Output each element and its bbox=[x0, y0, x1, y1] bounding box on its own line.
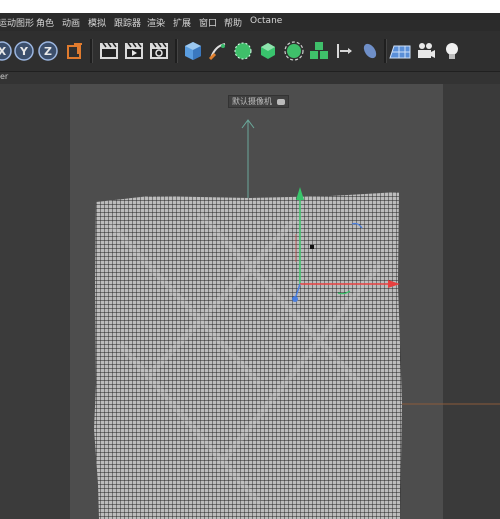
viewport-scene bbox=[94, 119, 500, 519]
coordinate-system-icon bbox=[67, 43, 82, 59]
menu-render[interactable]: 渲染 bbox=[147, 16, 165, 29]
menu-bar: 运动图形 角色 动画 模拟 跟踪器 渲染 扩展 窗口 帮助 Octane bbox=[0, 13, 500, 31]
coordinate-system-button[interactable] bbox=[64, 40, 86, 62]
menu-tracker[interactable]: 跟踪器 bbox=[114, 16, 141, 29]
floor-button[interactable] bbox=[388, 40, 412, 62]
toolbar-separator bbox=[384, 39, 387, 63]
menu-help[interactable]: 帮助 bbox=[224, 16, 242, 29]
camera-icon bbox=[418, 43, 435, 58]
menu-window[interactable]: 窗口 bbox=[199, 16, 217, 29]
lock-axis-z-icon: Z bbox=[38, 41, 58, 61]
object-pivot bbox=[310, 245, 314, 249]
array-icon bbox=[310, 42, 328, 59]
menu-extensions[interactable]: 扩展 bbox=[173, 16, 191, 29]
subdivision-icon bbox=[234, 42, 252, 60]
environment-icon bbox=[363, 43, 377, 59]
generator-button[interactable] bbox=[257, 40, 279, 62]
menu-mograph[interactable]: 运动图形 bbox=[0, 16, 34, 29]
camera-button[interactable] bbox=[415, 40, 437, 62]
main-toolbar: X Y Z bbox=[0, 31, 500, 72]
spline-icon bbox=[337, 44, 352, 58]
cloth-mesh[interactable] bbox=[94, 192, 402, 519]
axis-x-letter: X bbox=[0, 45, 7, 58]
menu-simulate[interactable]: 模拟 bbox=[88, 16, 106, 29]
light-icon bbox=[446, 43, 458, 59]
axis-z-handle[interactable] bbox=[292, 296, 298, 302]
cube-icon bbox=[185, 42, 201, 60]
axis-y-handle[interactable] bbox=[296, 187, 304, 200]
array-button[interactable] bbox=[308, 40, 330, 62]
toolbar-separator bbox=[175, 39, 178, 63]
environment-button[interactable] bbox=[359, 40, 381, 62]
generator-icon bbox=[261, 43, 275, 59]
lock-axis-y-icon: Y bbox=[14, 41, 34, 61]
floor-icon bbox=[389, 45, 411, 59]
light-button[interactable] bbox=[441, 40, 463, 62]
cube-button[interactable] bbox=[182, 40, 204, 62]
perspective-viewport[interactable]: 默认摄像机 bbox=[0, 84, 500, 519]
menu-character[interactable]: 角色 bbox=[36, 16, 54, 29]
axis-y-letter: Y bbox=[19, 45, 29, 58]
lock-axis-y-button[interactable]: Y bbox=[13, 40, 35, 62]
deformer-button[interactable] bbox=[283, 40, 305, 62]
panel-header-label: er bbox=[0, 72, 9, 81]
menu-octane[interactable]: Octane bbox=[250, 16, 282, 26]
menu-animation[interactable]: 动画 bbox=[62, 16, 80, 29]
pen-button[interactable] bbox=[207, 40, 229, 62]
lock-axis-x-button[interactable]: X bbox=[0, 40, 13, 62]
deformer-icon bbox=[284, 41, 304, 61]
render-settings-button[interactable] bbox=[148, 40, 170, 62]
world-y-axis bbox=[241, 119, 255, 204]
render-view-button[interactable] bbox=[98, 40, 120, 62]
render-settings-icon bbox=[150, 42, 168, 59]
axis-z-letter: Z bbox=[44, 45, 52, 58]
subdivision-button[interactable] bbox=[232, 40, 254, 62]
render-to-picture-viewer-icon bbox=[125, 42, 143, 59]
lock-axis-x-icon: X bbox=[0, 41, 12, 61]
toolbar-separator bbox=[90, 39, 93, 63]
lock-axis-z-button[interactable]: Z bbox=[37, 40, 59, 62]
pen-icon bbox=[208, 43, 226, 61]
render-to-picture-viewer-button[interactable] bbox=[123, 40, 145, 62]
render-view-icon bbox=[100, 42, 118, 59]
spline-button[interactable] bbox=[334, 40, 356, 62]
cinema4d-window: 运动图形 角色 动画 模拟 跟踪器 渲染 扩展 窗口 帮助 Octane X Y bbox=[0, 13, 500, 519]
